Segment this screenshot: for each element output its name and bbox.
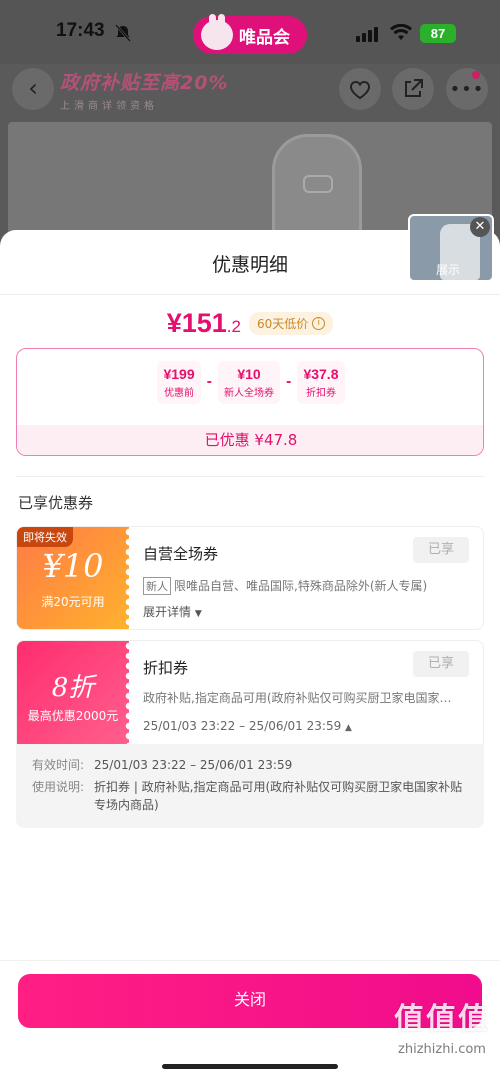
- watermark-url: zhizhizhi.com: [398, 1042, 486, 1057]
- new-user-coupon-label: 新人全场券: [224, 388, 275, 399]
- info-icon: i: [312, 317, 326, 330]
- expand-details-button[interactable]: 展开详情 ▼: [143, 603, 202, 620]
- coupon-card: 即将失效 ¥10 满20元可用 自营全场券 已享 新人 限唯品自营、唯品国际,特殊…: [16, 526, 484, 630]
- status-bar: 17:43 唯品会 87: [0, 0, 500, 64]
- watermark-logo: 值值值: [394, 1002, 490, 1037]
- final-price: ¥151 .2 60天低价 i: [0, 308, 500, 339]
- home-indicator: [162, 1064, 338, 1069]
- original-price-label: 优惠前: [164, 388, 195, 399]
- video-label: 展示: [436, 263, 461, 277]
- new-user-badge: 新人: [143, 577, 171, 595]
- coupon-name: 自营全场券: [143, 545, 219, 563]
- usage-label: 使用说明:: [32, 780, 85, 794]
- notification-dot: [472, 71, 480, 79]
- original-price-item: ¥199 优惠前: [157, 361, 201, 404]
- coupon-condition: 满20元可用: [41, 595, 105, 609]
- valid-time-value: 25/01/03 23:22 – 25/06/01 23:59: [94, 758, 293, 772]
- discount-coupon-item: ¥37.8 折扣券: [297, 361, 345, 404]
- expand-details-label: 展开详情: [143, 605, 192, 619]
- promo-banner[interactable]: 政府补贴至高20% 上滑商详领资格: [60, 68, 260, 114]
- minus-sign: -: [206, 375, 213, 390]
- battery-indicator: 87: [420, 24, 456, 43]
- coupon-description: 政府补贴,指定商品可用(政府补贴仅可购买厨卫家电国家…: [143, 691, 452, 705]
- valid-time-label: 有效时间:: [32, 758, 85, 772]
- brand-name: 唯品会: [239, 27, 290, 48]
- price-integer: ¥151: [166, 308, 227, 338]
- heart-plus-icon: [350, 81, 370, 100]
- claimed-badge: 已享: [413, 537, 469, 563]
- coupon-validity: 25/01/03 23:22 – 25/06/01 23:59: [143, 719, 342, 733]
- section-title: 已享优惠券: [18, 494, 94, 512]
- more-button[interactable]: •••: [446, 68, 488, 110]
- site-watermark: 值值值 zhizhizhi.com: [394, 994, 490, 1057]
- product-image: [272, 134, 362, 244]
- coupon-value-panel: 即将失效 ¥10 满20元可用: [17, 527, 133, 629]
- usage-value: 折扣券 | 政府补贴,指定商品可用(政府补贴仅可购买厨卫家电国家补贴专场内商品): [94, 780, 463, 812]
- coupon-condition: 最高优惠2000元: [27, 709, 119, 723]
- coupon-card: 8折 最高优惠2000元 折扣券 已享 政府补贴,指定商品可用(政府补贴仅可购买…: [16, 640, 484, 744]
- price-decimal: .2: [226, 317, 241, 336]
- caret-down-icon: ▼: [194, 609, 202, 619]
- coupon-value-panel: 8折 最高优惠2000元: [17, 641, 133, 744]
- claimed-badge: 已享: [413, 651, 469, 677]
- low-price-badge[interactable]: 60天低价 i: [248, 312, 334, 335]
- low-price-label: 60天低价: [256, 317, 309, 331]
- bell-muted-icon: [115, 24, 131, 42]
- coupon-amount: ¥10: [42, 547, 104, 585]
- share-icon: [405, 79, 423, 97]
- caret-up-icon: ▲: [345, 723, 352, 733]
- status-time: 17:43: [56, 20, 105, 41]
- expiring-tag: 即将失效: [17, 527, 73, 547]
- wifi-icon: [390, 24, 412, 40]
- share-button[interactable]: [392, 68, 434, 110]
- discount-coupon-label: 折扣券: [305, 388, 336, 399]
- divider: [0, 294, 500, 295]
- coupon-detail-panel: 有效时间: 25/01/03 23:22 – 25/06/01 23:59 使用…: [16, 744, 484, 828]
- cellular-signal-icon: [356, 27, 378, 42]
- rabbit-mascot-icon: [201, 14, 233, 50]
- coupon-name: 折扣券: [143, 659, 189, 677]
- discount-coupon-value: ¥37.8: [303, 366, 339, 382]
- back-button[interactable]: ‹: [12, 68, 54, 110]
- coupon-amount: 8折: [51, 673, 95, 703]
- price-calculation: ¥199 优惠前 - ¥10 新人全场券 - ¥37.8 折扣券 已优惠 ¥47…: [16, 348, 484, 456]
- coupon-description: 新人 限唯品自营、唯品国际,特殊商品除外(新人专属): [143, 577, 473, 595]
- close-icon[interactable]: ✕: [470, 217, 490, 237]
- new-user-coupon-value: ¥10: [237, 366, 261, 382]
- chevron-left-icon: ‹: [28, 74, 38, 102]
- favorite-button[interactable]: [339, 68, 381, 110]
- divider: [16, 476, 484, 477]
- original-price-value: ¥199: [163, 366, 195, 382]
- divider: [0, 960, 500, 961]
- coupon-scope: 限唯品自营、唯品国际,特殊商品除外(新人专属): [174, 579, 428, 593]
- banner-title: 政府补贴至高20%: [60, 72, 229, 94]
- collapse-details-button[interactable]: 25/01/03 23:22 – 25/06/01 23:59 ▲: [143, 719, 352, 733]
- banner-subtitle: 上滑商详领资格: [60, 101, 158, 112]
- discount-detail-sheet: 优惠明细 ¥151 .2 60天低价 i ¥199 优惠前 - ¥10 新人全场…: [0, 230, 500, 1083]
- new-user-coupon-item: ¥10 新人全场券: [218, 361, 281, 404]
- brand-logo: 唯品会: [193, 14, 307, 54]
- minus-sign: -: [286, 375, 292, 390]
- more-dots-icon: •••: [449, 78, 485, 100]
- total-saved: 已优惠 ¥47.8: [17, 425, 483, 455]
